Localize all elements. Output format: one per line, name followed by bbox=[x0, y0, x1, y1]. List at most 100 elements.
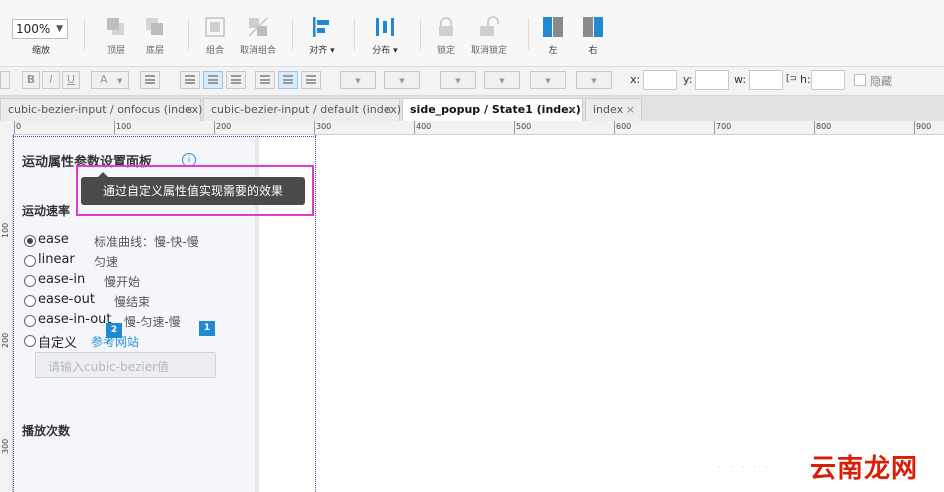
font-size-select[interactable] bbox=[0, 71, 10, 89]
x-input[interactable] bbox=[643, 70, 677, 90]
ruler-label: 500 bbox=[516, 122, 532, 131]
tab-label: side_popup / State1 (index) bbox=[410, 103, 581, 116]
italic-button[interactable]: I bbox=[42, 71, 60, 89]
option-desc: 标准曲线：慢-快-慢 bbox=[94, 235, 199, 249]
distribute-label: 分布 ▾ bbox=[372, 46, 398, 56]
option-desc: 慢开始 bbox=[104, 275, 141, 289]
font-color-label: A bbox=[100, 73, 108, 86]
guide-line-vertical bbox=[315, 135, 316, 492]
unlock-icon bbox=[480, 16, 499, 36]
valign-bottom-button[interactable] bbox=[301, 71, 321, 89]
height-input[interactable] bbox=[811, 70, 845, 90]
guide-line-horizontal bbox=[13, 136, 316, 137]
bold-button[interactable]: B bbox=[22, 71, 40, 89]
tab-default[interactable]: cubic-bezier-input / default (index) × bbox=[203, 98, 402, 121]
ruler-label: 400 bbox=[416, 122, 432, 131]
toolbar-divider bbox=[84, 18, 85, 50]
line-style-select[interactable]: ▼ bbox=[530, 71, 566, 89]
radio-icon[interactable] bbox=[24, 315, 36, 327]
zoom-select[interactable]: 100% ▼ bbox=[12, 19, 68, 39]
panel-left-icon bbox=[543, 17, 563, 37]
list-icon bbox=[145, 75, 155, 84]
align-text-center-button[interactable] bbox=[203, 71, 223, 89]
chevron-down-icon: ▼ bbox=[399, 77, 405, 85]
chevron-down-icon: ▼ bbox=[499, 77, 505, 85]
option-linear[interactable]: linear 匀速 bbox=[22, 251, 222, 271]
panel-right-icon bbox=[583, 17, 603, 37]
option-custom[interactable]: 自定义 参考网站 bbox=[22, 331, 222, 351]
align-left-icon bbox=[313, 17, 329, 37]
arrow-style-select[interactable]: ▼ bbox=[576, 71, 612, 89]
close-icon[interactable]: × bbox=[626, 99, 635, 121]
right-button[interactable]: 右 bbox=[565, 14, 621, 60]
option-desc: 慢-匀速-慢 bbox=[124, 315, 181, 329]
radio-icon[interactable] bbox=[24, 335, 36, 347]
underline-button[interactable]: U bbox=[62, 71, 80, 89]
fill-color-select[interactable]: ▼ bbox=[340, 71, 376, 89]
align-text-right-button[interactable] bbox=[226, 71, 246, 89]
option-name: ease-in bbox=[38, 272, 86, 287]
hidden-checkbox[interactable] bbox=[854, 74, 866, 86]
radio-icon[interactable] bbox=[24, 295, 36, 307]
watermark-logo: 云南龙网 bbox=[810, 454, 919, 484]
ungroup-icon bbox=[248, 17, 268, 37]
bullet-list-button[interactable] bbox=[140, 71, 160, 89]
tab-index[interactable]: index × bbox=[585, 98, 642, 121]
ruler-label: 900 bbox=[916, 122, 932, 131]
ungroup-button[interactable]: 取消组合 bbox=[230, 14, 286, 60]
footnote-badge-2[interactable]: 2 bbox=[106, 323, 122, 338]
close-icon[interactable]: × bbox=[384, 99, 393, 121]
radio-icon[interactable] bbox=[24, 255, 36, 267]
y-input[interactable] bbox=[695, 70, 729, 90]
unlock-label: 取消锁定 bbox=[470, 46, 507, 56]
ruler-label: 100 bbox=[1, 222, 10, 238]
close-icon[interactable]: × bbox=[567, 99, 576, 121]
ruler-horizontal: 0 100 200 300 400 500 600 700 800 900 bbox=[0, 121, 944, 135]
send-to-back-label: 底层 bbox=[145, 46, 164, 56]
toolbar-divider bbox=[354, 18, 355, 50]
distribute-button[interactable]: 分布 ▾ bbox=[357, 14, 413, 60]
option-name: 自定义 bbox=[38, 336, 78, 351]
tab-label: cubic-bezier-input / default (index) bbox=[211, 103, 402, 116]
ruler-ticks bbox=[14, 121, 915, 134]
zoom-label: 缩放 bbox=[32, 46, 51, 56]
option-ease-in-out[interactable]: ease-in-out 慢-匀速-慢 bbox=[22, 311, 222, 331]
line-color-select[interactable]: ▼ bbox=[440, 71, 476, 89]
option-name: ease bbox=[38, 232, 69, 247]
ruler-label: 200 bbox=[1, 332, 10, 348]
valign-top-button[interactable] bbox=[255, 71, 275, 89]
align-text-left-button[interactable] bbox=[180, 71, 200, 89]
close-icon[interactable]: × bbox=[185, 99, 194, 121]
option-ease[interactable]: ease 标准曲线：慢-快-慢 bbox=[22, 231, 242, 251]
cubic-bezier-input[interactable]: 请输入cubic-bezier值 bbox=[35, 352, 216, 378]
play-count-title: 播放次数 bbox=[22, 424, 71, 438]
tab-side-popup[interactable]: side_popup / State1 (index) × bbox=[402, 98, 583, 122]
valign-middle-button[interactable] bbox=[278, 71, 298, 89]
valign-bottom-icon bbox=[306, 75, 316, 84]
font-color-button[interactable]: A ▼ bbox=[91, 71, 129, 89]
option-name: ease-in-out bbox=[38, 312, 112, 327]
tab-onfocus[interactable]: cubic-bezier-input / onfocus (index) × bbox=[0, 98, 202, 121]
width-input[interactable] bbox=[749, 70, 783, 90]
tab-label: index bbox=[593, 103, 624, 116]
unlock-button[interactable]: 取消锁定 bbox=[461, 14, 517, 60]
radio-icon[interactable] bbox=[24, 275, 36, 287]
option-ease-out[interactable]: ease-out 慢结束 bbox=[22, 291, 222, 311]
footnote-badge-1[interactable]: 1 bbox=[199, 321, 215, 336]
shadow-select[interactable]: ▼ bbox=[384, 71, 420, 89]
zoom-value: 100% bbox=[16, 22, 51, 36]
ruler-label: 100 bbox=[116, 122, 132, 131]
guide-line-left bbox=[13, 135, 14, 492]
send-to-back-icon bbox=[146, 18, 163, 35]
radio-selected-icon[interactable] bbox=[24, 235, 36, 247]
align-label: 对齐 ▾ bbox=[309, 46, 335, 56]
send-to-back-button[interactable]: 底层 bbox=[127, 14, 183, 60]
option-ease-in[interactable]: ease-in 慢开始 bbox=[22, 271, 222, 291]
group-icon bbox=[205, 17, 225, 37]
w-label: w: bbox=[734, 73, 747, 86]
distribute-icon bbox=[376, 18, 394, 36]
tab-bar: cubic-bezier-input / onfocus (index) × c… bbox=[0, 96, 944, 122]
align-button[interactable]: 对齐 ▾ bbox=[294, 14, 350, 60]
line-weight-select[interactable]: ▼ bbox=[484, 71, 520, 89]
link-dimensions-icon[interactable]: [⊃ bbox=[786, 74, 797, 84]
